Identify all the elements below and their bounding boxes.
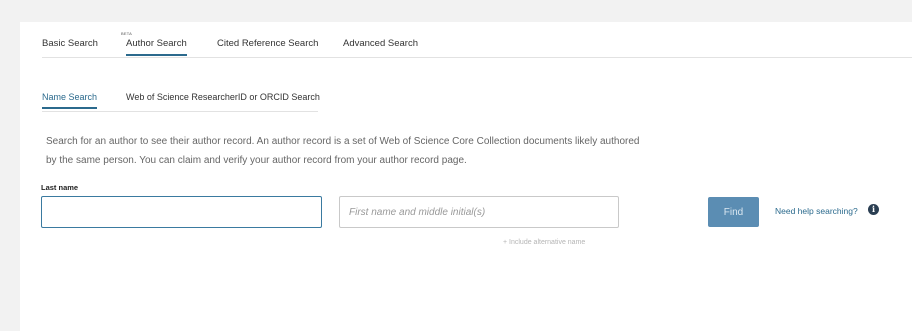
find-button[interactable]: Find bbox=[708, 197, 759, 227]
last-name-label: Last name bbox=[41, 183, 79, 192]
info-icon[interactable]: i bbox=[868, 204, 879, 215]
need-help-link[interactable]: Need help searching? bbox=[775, 206, 858, 216]
tab-cited-reference-search[interactable]: Cited Reference Search bbox=[217, 38, 318, 49]
search-description: Search for an author to see their author… bbox=[46, 136, 640, 166]
subtab-researcherid-search[interactable]: Web of Science ResearcherID or ORCID Sea… bbox=[126, 92, 320, 102]
first-name-input[interactable] bbox=[339, 196, 619, 228]
last-name-input[interactable] bbox=[41, 196, 322, 228]
beta-badge: BETA bbox=[121, 31, 132, 36]
include-alternative-name-link[interactable]: + Include alternative name bbox=[503, 239, 585, 246]
tab-basic-search[interactable]: Basic Search bbox=[42, 38, 98, 49]
subtab-name-search[interactable]: Name Search bbox=[42, 92, 98, 109]
author-search-subtabs: Name Search Web of Science ResearcherID … bbox=[42, 92, 320, 112]
tab-advanced-search[interactable]: Advanced Search bbox=[343, 38, 418, 49]
tab-author-search[interactable]: Author Search bbox=[126, 38, 187, 56]
search-tabs: Basic Search Author Search BETA Cited Re… bbox=[42, 31, 912, 58]
author-search-panel: Basic Search Author Search BETA Cited Re… bbox=[20, 22, 912, 331]
